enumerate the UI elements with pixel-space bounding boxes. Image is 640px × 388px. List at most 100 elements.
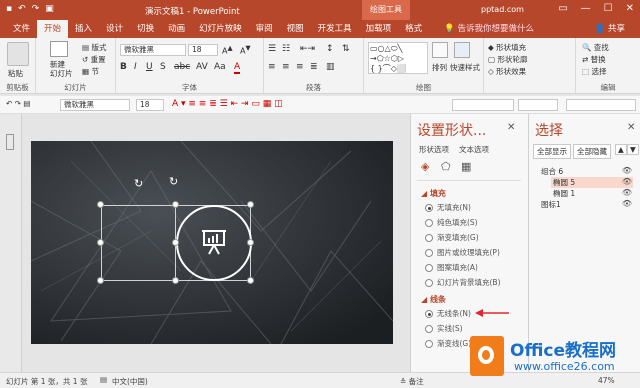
tab-insert[interactable]: 插入 bbox=[68, 20, 99, 38]
grow-font-icon[interactable]: A▲ bbox=[222, 44, 233, 56]
slide-thumbnails[interactable] bbox=[0, 114, 22, 372]
align-left-icon[interactable]: ≡ bbox=[268, 62, 276, 72]
resize-handle[interactable] bbox=[172, 201, 179, 208]
italic-icon[interactable]: I bbox=[134, 62, 137, 72]
strike-icon[interactable]: abc bbox=[174, 62, 190, 72]
select-button[interactable]: ⬚ 选择 bbox=[582, 66, 606, 77]
move-down-icon[interactable]: ▼ bbox=[627, 144, 639, 155]
text-direction-icon[interactable]: ⇅ bbox=[342, 44, 350, 54]
case-icon[interactable]: Aa bbox=[214, 62, 226, 72]
arrange-button[interactable]: 排列 bbox=[432, 62, 447, 73]
fill-section-header[interactable]: ◢ 填充 bbox=[421, 188, 446, 199]
tab-review[interactable]: 审阅 bbox=[249, 20, 280, 38]
notes-button[interactable]: ≙ 备注 bbox=[400, 376, 424, 387]
visibility-eye-icon[interactable]: 👁 bbox=[622, 188, 632, 197]
mini-font-size-combo[interactable]: 18 bbox=[136, 99, 164, 111]
selection-item[interactable]: 椭圆 5 bbox=[551, 177, 633, 188]
align-right-icon[interactable]: ≡ bbox=[296, 62, 304, 72]
fill-option[interactable]: 幻灯片背景填充(B) bbox=[425, 277, 501, 288]
radio-button[interactable] bbox=[425, 278, 433, 287]
tell-me-search[interactable]: 💡 告诉我你想要做什么 bbox=[437, 20, 541, 38]
radio-button[interactable] bbox=[425, 233, 433, 242]
radio-button[interactable] bbox=[425, 248, 433, 257]
minimize-icon[interactable]: — bbox=[581, 3, 591, 14]
rotate-handle-icon[interactable]: ↻ bbox=[134, 177, 143, 190]
replace-button[interactable]: ⇄ 替换 bbox=[582, 54, 606, 65]
line-option[interactable]: 实线(S) bbox=[425, 323, 463, 334]
font-name-combo[interactable]: 微软雅黑 bbox=[120, 44, 186, 56]
tab-slideshow[interactable]: 幻灯片放映 bbox=[192, 20, 249, 38]
fill-option[interactable]: 纯色填充(S) bbox=[425, 217, 478, 228]
share-button[interactable]: 👤 共享 bbox=[588, 20, 632, 38]
line-spacing-icon[interactable]: ↕ bbox=[326, 44, 334, 54]
shape-outline-button[interactable]: ▢ 形状轮廓 bbox=[488, 54, 527, 65]
shrink-font-icon[interactable]: A▼ bbox=[240, 44, 251, 56]
mini-font-color-icon[interactable]: A ▾ ≡ ≡ ≣ ☰ ⇤ ⇥ ▭ ▦ ◫ bbox=[172, 99, 283, 109]
selection-item[interactable]: 组合 6 bbox=[539, 166, 633, 177]
section-button[interactable]: ▦ 节 bbox=[82, 66, 99, 77]
shapes-gallery[interactable]: ▭○△⬭╲ →⬠☆⬡▷{ }⌒◇⬜ bbox=[368, 42, 428, 74]
tab-transitions[interactable]: 切换 bbox=[130, 20, 161, 38]
tab-shape-options[interactable]: 形状选项 bbox=[419, 144, 449, 155]
pane-close-icon[interactable]: ✕ bbox=[507, 122, 515, 133]
fill-option[interactable]: 图片或纹理填充(P) bbox=[425, 247, 500, 258]
spacing-icon[interactable]: AV bbox=[196, 62, 208, 72]
ribbon-display-icon[interactable]: ▭ bbox=[558, 3, 567, 14]
thumbnail-collapsed-icon[interactable] bbox=[6, 134, 14, 150]
mini-combo-2[interactable] bbox=[518, 99, 558, 111]
undo-icon[interactable]: ↶ bbox=[18, 4, 26, 14]
columns-icon[interactable]: ▥ bbox=[326, 62, 335, 72]
fill-option[interactable]: 渐变填充(G) bbox=[425, 232, 479, 243]
selection-item[interactable]: 椭圆 1 bbox=[551, 188, 633, 199]
tab-format[interactable]: 格式 bbox=[398, 20, 429, 38]
resize-handle[interactable] bbox=[247, 277, 254, 284]
mini-combo-3[interactable] bbox=[566, 99, 636, 111]
tab-animations[interactable]: 动画 bbox=[161, 20, 192, 38]
underline-icon[interactable]: U bbox=[146, 62, 153, 72]
align-center-icon[interactable]: ≡ bbox=[282, 62, 290, 72]
shape-effects-button[interactable]: ◇ 形状效果 bbox=[488, 66, 526, 77]
numbering-icon[interactable]: ☷ bbox=[282, 44, 290, 54]
move-up-icon[interactable]: ▲ bbox=[615, 144, 627, 155]
selection-item[interactable]: 图标1 bbox=[539, 199, 633, 210]
bullets-icon[interactable]: ☰ bbox=[268, 44, 276, 54]
tab-view[interactable]: 视图 bbox=[280, 20, 311, 38]
quick-styles-button[interactable]: 快速样式 bbox=[450, 62, 480, 73]
resize-handle[interactable] bbox=[172, 277, 179, 284]
radio-button[interactable] bbox=[425, 218, 433, 227]
radio-button[interactable] bbox=[425, 263, 433, 272]
inner-selection-box[interactable] bbox=[101, 205, 176, 281]
redo-icon[interactable]: ↷ bbox=[32, 4, 40, 14]
find-button[interactable]: 🔍 查找 bbox=[582, 42, 609, 53]
tab-developer[interactable]: 开发工具 bbox=[311, 20, 359, 38]
tab-addins[interactable]: 加载项 bbox=[359, 20, 399, 38]
layout-button[interactable]: ▤ 版式 bbox=[82, 42, 106, 53]
selection-close-icon[interactable]: ✕ bbox=[627, 122, 635, 133]
hide-all-button[interactable]: 全部隐藏 bbox=[573, 144, 611, 159]
slide[interactable]: ↻ ↻ bbox=[31, 141, 393, 344]
show-all-button[interactable]: 全部显示 bbox=[533, 144, 571, 159]
resize-handle[interactable] bbox=[97, 201, 104, 208]
shadow-icon[interactable]: S bbox=[160, 62, 166, 72]
paste-button[interactable]: 粘贴 bbox=[8, 68, 23, 79]
maximize-icon[interactable]: ☐ bbox=[604, 3, 613, 14]
size-properties-icon[interactable]: ▦ bbox=[461, 160, 471, 173]
effects-icon[interactable]: ⬠ bbox=[441, 160, 451, 173]
resize-handle[interactable] bbox=[247, 239, 254, 246]
account-name[interactable]: pptad.com bbox=[481, 5, 524, 14]
mini-combo-1[interactable] bbox=[452, 99, 514, 111]
new-slide-button[interactable]: 新建 幻灯片 bbox=[50, 60, 73, 78]
paste-icon[interactable] bbox=[7, 42, 29, 66]
tab-design[interactable]: 设计 bbox=[99, 20, 130, 38]
font-size-combo[interactable]: 18 bbox=[188, 44, 218, 56]
arrange-icon[interactable] bbox=[432, 42, 448, 58]
resize-handle[interactable] bbox=[97, 239, 104, 246]
tab-text-options[interactable]: 文本选项 bbox=[459, 144, 489, 155]
quick-styles-icon[interactable] bbox=[454, 42, 470, 58]
radio-button[interactable] bbox=[425, 324, 433, 333]
tab-home[interactable]: 开始 bbox=[37, 20, 69, 38]
new-slide-icon[interactable] bbox=[50, 41, 68, 57]
visibility-eye-icon[interactable]: 👁 bbox=[622, 177, 632, 186]
close-icon[interactable]: ✕ bbox=[626, 3, 634, 14]
start-slideshow-icon[interactable]: ▣ bbox=[45, 4, 54, 14]
